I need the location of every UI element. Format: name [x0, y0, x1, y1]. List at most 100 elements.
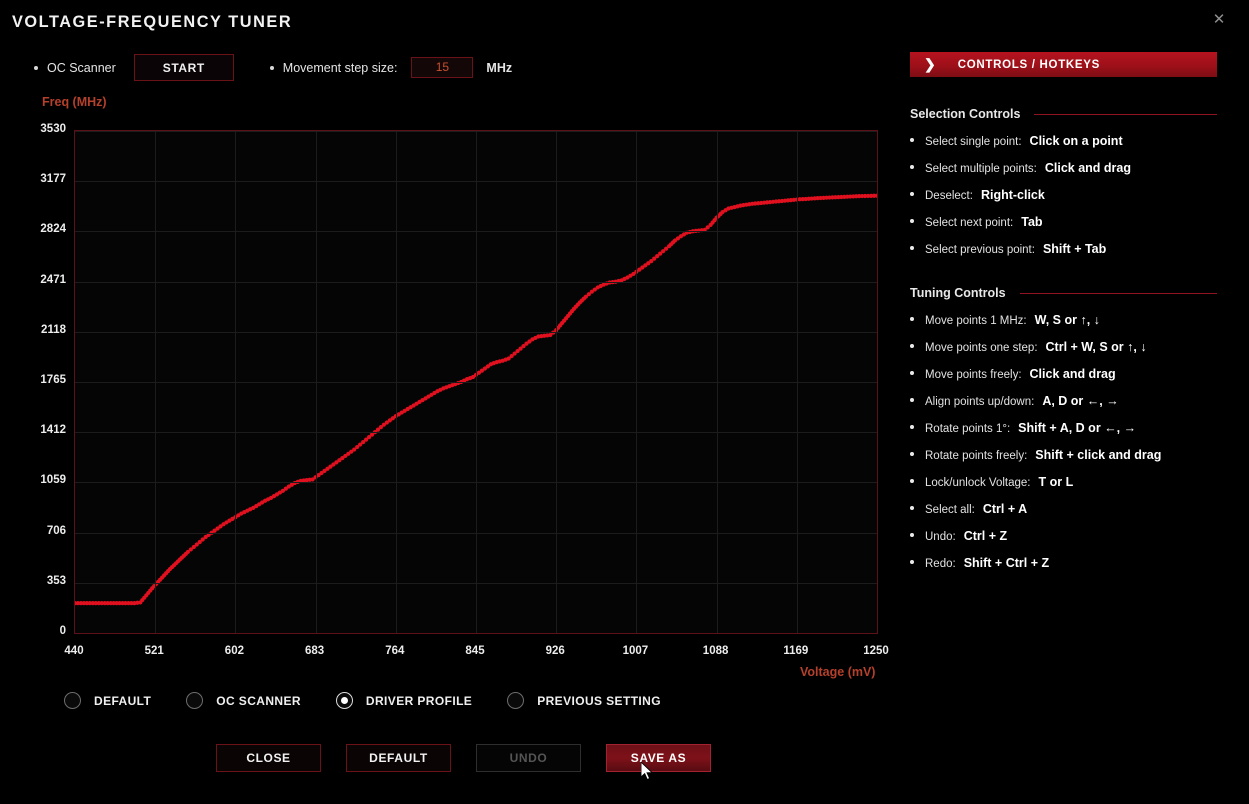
hotkey-action-label: Rotate points freely: [925, 450, 1027, 462]
grid-line-vertical [155, 131, 156, 633]
start-button[interactable]: START [134, 54, 234, 81]
hotkey-item: Lock/unlock Voltage:T or L [910, 475, 1217, 489]
y-tick-label: 1059 [8, 474, 66, 486]
hotkey-binding-value: Right-click [981, 188, 1045, 202]
hotkey-binding-value: A, D or ←, → [1042, 394, 1118, 408]
bullet-icon [910, 138, 914, 142]
save-as-button[interactable]: SAVE AS [606, 744, 711, 772]
x-tick-label: 1007 [605, 645, 665, 657]
bullet-icon [910, 219, 914, 223]
hotkey-action-label: Move points one step: [925, 342, 1038, 354]
hotkey-item: Select multiple points:Click and drag [910, 161, 1217, 175]
hotkey-binding-value: Click on a point [1030, 134, 1123, 148]
hotkey-item: Move points 1 MHz:W, S or ↑, ↓ [910, 313, 1217, 327]
y-tick-label: 2824 [8, 223, 66, 235]
bullet-icon [910, 344, 914, 348]
close-icon[interactable]: ✕ [1209, 10, 1229, 30]
y-tick-label: 2471 [8, 274, 66, 286]
hotkey-binding-value: Shift + Ctrl + Z [964, 556, 1049, 570]
hotkey-action-label: Move points freely: [925, 369, 1022, 381]
hotkey-section-header: Tuning Controls [910, 286, 1217, 300]
x-tick-label: 683 [285, 645, 345, 657]
hotkey-binding-value: Shift + A, D or ←, → [1018, 421, 1136, 435]
controls-hotkeys-title: CONTROLS / HOTKEYS [958, 59, 1100, 71]
hotkey-binding-value: Tab [1021, 215, 1042, 229]
hotkey-item: Select next point: Tab [910, 215, 1217, 229]
grid-line-vertical [316, 131, 317, 633]
grid-line-vertical [877, 131, 878, 633]
hotkey-item: Undo: Ctrl + Z [910, 529, 1217, 543]
bullet-icon [910, 317, 914, 321]
preset-radio-oc-scanner[interactable]: OC SCANNER [186, 692, 301, 709]
radio-icon [64, 692, 81, 709]
undo-button: UNDO [476, 744, 581, 772]
hotkey-item: Rotate points freely: Shift + click and d… [910, 448, 1217, 462]
y-tick-label: 1765 [8, 374, 66, 386]
preset-radio-label: OC SCANNER [216, 694, 301, 708]
hotkey-item: Deselect: Right-click [910, 188, 1217, 202]
hotkey-binding-value: Shift + click and drag [1035, 448, 1161, 462]
y-tick-label: 706 [8, 525, 66, 537]
hotkey-action-label: Rotate points 1°: [925, 423, 1010, 435]
hotkey-action-label: Deselect: [925, 190, 973, 202]
x-tick-label: 521 [124, 645, 184, 657]
preset-radio-previous-setting[interactable]: PREVIOUS SETTING [507, 692, 661, 709]
hotkey-binding-value: W, S or ↑, ↓ [1035, 313, 1100, 327]
preset-radio-group[interactable]: DEFAULT OC SCANNER DRIVER PROFILE PREVIOUS … [64, 692, 696, 709]
controls-hotkeys-header[interactable]: ❯ CONTROLS / HOTKEYS [910, 52, 1217, 77]
hotkey-binding-value: Ctrl + Z [964, 529, 1007, 543]
y-tick-label: 1412 [8, 424, 66, 436]
y-tick-label: 2118 [8, 324, 66, 336]
bullet-icon [910, 425, 914, 429]
hotkey-binding-value: T or L [1039, 475, 1074, 489]
hotkey-item: Move points one step: Ctrl + W, S or ↑, ↓ [910, 340, 1217, 354]
bullet-icon [270, 66, 274, 70]
close-button[interactable]: CLOSE [216, 744, 321, 772]
hotkey-section-title: Tuning Controls [910, 286, 1006, 300]
section-divider [1020, 293, 1217, 294]
movement-step-size-unit: MHz [486, 61, 512, 75]
x-tick-label: 1088 [686, 645, 746, 657]
y-tick-label: 3530 [8, 123, 66, 135]
preset-radio-driver-profile[interactable]: DRIVER PROFILE [336, 692, 472, 709]
hotkey-action-label: Select previous point: [925, 244, 1035, 256]
dialog-footer-buttons: CLOSE DEFAULT UNDO SAVE AS [216, 744, 711, 772]
y-tick-label: 3177 [8, 173, 66, 185]
bullet-icon [910, 560, 914, 564]
grid-line-vertical [556, 131, 557, 633]
hotkey-binding-value: Ctrl + W, S or ↑, ↓ [1046, 340, 1147, 354]
x-tick-label: 764 [365, 645, 425, 657]
bullet-icon [910, 246, 914, 250]
grid-line-vertical [797, 131, 798, 633]
hotkey-action-label: Align points up/down: [925, 396, 1034, 408]
preset-radio-label: DRIVER PROFILE [366, 694, 472, 708]
vf-curve-chart[interactable] [74, 130, 878, 634]
x-axis-title: Voltage (mV) [800, 665, 875, 679]
hotkey-binding-value: Shift + Tab [1043, 242, 1106, 256]
hotkey-list: Select single point:Click on a point Sele… [910, 134, 1217, 256]
hotkey-item: Select single point:Click on a point [910, 134, 1217, 148]
preset-radio-default[interactable]: DEFAULT [64, 692, 151, 709]
bullet-icon [910, 165, 914, 169]
bullet-icon [910, 506, 914, 510]
x-tick-label: 1169 [766, 645, 826, 657]
bullet-icon [910, 452, 914, 456]
section-divider [1034, 114, 1217, 115]
default-button[interactable]: DEFAULT [346, 744, 451, 772]
y-axis-title: Freq (MHz) [42, 95, 107, 109]
preset-radio-label: PREVIOUS SETTING [537, 694, 661, 708]
hotkey-action-label: Undo: [925, 531, 956, 543]
grid-line-vertical [396, 131, 397, 633]
hotkey-item: Align points up/down: A, D or ←, → [910, 394, 1217, 408]
movement-step-size-input[interactable]: 15 [411, 57, 473, 78]
hotkey-action-label: Select next point: [925, 217, 1013, 229]
hotkey-action-label: Redo: [925, 558, 956, 570]
controls-hotkeys-panel: ❯ CONTROLS / HOTKEYS Selection Controls S… [910, 52, 1217, 570]
voltage-frequency-tuner-dialog: VOLTAGE-FREQUENCY TUNER ✕ OC Scanner STA… [0, 0, 1249, 804]
grid-line-vertical [636, 131, 637, 633]
bullet-icon [910, 398, 914, 402]
hotkey-action-label: Select all: [925, 504, 975, 516]
hotkey-section-title: Selection Controls [910, 107, 1020, 121]
radio-icon [507, 692, 524, 709]
preset-radio-label: DEFAULT [94, 694, 151, 708]
